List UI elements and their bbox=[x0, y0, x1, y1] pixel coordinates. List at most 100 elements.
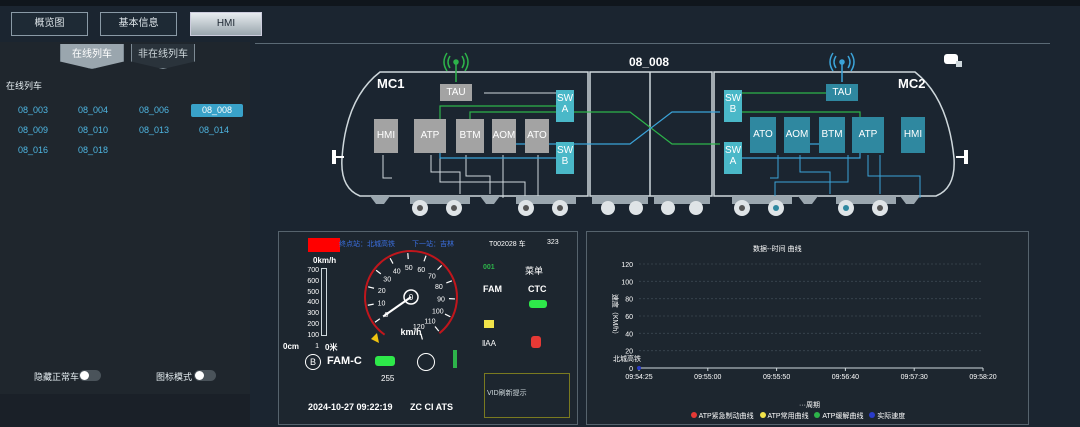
gauge-tick-label: 40 bbox=[393, 269, 401, 276]
speed-chart: 02040608010012009:54:25 09:55:00 09:55:50 0… bbox=[611, 262, 997, 381]
gauge-tick bbox=[374, 318, 381, 323]
fam-c-mode: FAM-C bbox=[327, 355, 362, 367]
door-icon bbox=[484, 320, 494, 328]
train-green-icon bbox=[375, 356, 395, 366]
mc2-switch-b[interactable]: SW B bbox=[724, 90, 742, 122]
direction-icon bbox=[453, 350, 457, 368]
zc-ci-ats: ZC CI ATS bbox=[410, 402, 453, 412]
mc2-hmi-box[interactable]: HMI bbox=[901, 117, 925, 153]
car-mc2-label: MC2 bbox=[898, 76, 925, 91]
gauge-tick-label: 50 bbox=[405, 265, 413, 272]
x-tick-label: 09:57:30 bbox=[901, 374, 928, 381]
aa-indicator: ‖AA bbox=[482, 339, 496, 348]
y-axis-label: 速度（KM/h） bbox=[611, 294, 620, 338]
mc1-switch-b[interactable]: SW B bbox=[556, 142, 574, 174]
divider-line bbox=[255, 43, 1050, 44]
mc1-switch-a[interactable]: SW A bbox=[556, 90, 574, 122]
train-item[interactable]: 08_003 bbox=[10, 104, 56, 117]
mc2-tau-box[interactable]: TAU bbox=[826, 84, 858, 101]
mc2-atp-box[interactable]: ATP bbox=[852, 117, 884, 153]
vid-box: VID刷新提示 bbox=[484, 373, 570, 418]
y-tick-label: 120 bbox=[621, 262, 633, 269]
car-mc1-label: MC1 bbox=[377, 76, 404, 91]
antenna-icon bbox=[443, 52, 469, 82]
x-tick-label: 09:58:20 bbox=[969, 374, 996, 381]
menu-button[interactable]: 菜单 bbox=[525, 264, 543, 277]
subtab-offline[interactable]: 非在线列车 bbox=[131, 44, 195, 69]
gauge-tick bbox=[446, 280, 453, 284]
mc2-aom-box[interactable]: AOM bbox=[784, 117, 810, 153]
x-tick-label: 09:55:00 bbox=[694, 374, 721, 381]
code-indicator: 001 bbox=[483, 264, 495, 271]
train-status-icon bbox=[944, 54, 962, 67]
y-tick-label: 0 bbox=[629, 366, 633, 373]
left-footer bbox=[0, 394, 250, 427]
y-tick-label: 60 bbox=[625, 314, 633, 321]
train-item[interactable]: 08_010 bbox=[70, 124, 116, 137]
gauge-tick-label: 60 bbox=[417, 267, 425, 274]
fam-mode: FAM bbox=[483, 284, 502, 294]
train-item[interactable]: 08_009 bbox=[10, 124, 56, 137]
train-id-title: 08_008 bbox=[629, 55, 669, 69]
bogies bbox=[370, 196, 920, 216]
gauge-tick bbox=[389, 257, 394, 264]
train-item[interactable]: 08_013 bbox=[131, 124, 177, 137]
legend-dot bbox=[869, 412, 876, 418]
legend-dot bbox=[759, 412, 766, 418]
train-item[interactable]: 08_006 bbox=[131, 104, 177, 117]
gauge-tick-label: 110 bbox=[424, 318, 435, 325]
x-tick-label: 09:54:25 bbox=[625, 374, 652, 381]
train-number: 323 bbox=[547, 239, 559, 246]
speed-unit: km/h bbox=[400, 327, 421, 337]
gauge-tick-label: 20 bbox=[378, 288, 386, 295]
y-tick-label: 100 bbox=[621, 279, 633, 286]
toggle-bar: 隐藏正常车 图标模式 bbox=[0, 366, 250, 386]
b-icon: B bbox=[305, 354, 321, 370]
alarm-indicator bbox=[308, 238, 340, 252]
mc2-switch-a[interactable]: SW A bbox=[724, 142, 742, 174]
distance-m: 0米 bbox=[325, 343, 338, 352]
distance-bar bbox=[321, 268, 327, 336]
subtab-online[interactable]: 在线列车 bbox=[60, 44, 124, 69]
mc1-btm-box[interactable]: BTM bbox=[456, 119, 484, 153]
speedometer-gauge: 0102030405060708090100110120 0 km/h bbox=[364, 250, 458, 344]
train-item[interactable]: 08_016 bbox=[10, 144, 56, 157]
gauge-tick bbox=[437, 265, 443, 271]
train-item[interactable]: 08_004 bbox=[70, 104, 116, 117]
legend-title: ···周期 bbox=[799, 402, 820, 409]
gauge-tick-label: 70 bbox=[428, 273, 436, 280]
x-tick-label: 09:56:40 bbox=[832, 374, 859, 381]
y-tick-label: 80 bbox=[625, 297, 633, 304]
antenna-icon bbox=[829, 52, 855, 82]
icon-mode-toggle[interactable] bbox=[194, 370, 216, 381]
train-item-selected[interactable]: 08_008 bbox=[191, 104, 243, 117]
y-tick-label: 40 bbox=[625, 331, 633, 338]
mc1-ato-box[interactable]: ATO bbox=[525, 119, 549, 153]
hide-normal-toggle[interactable] bbox=[79, 370, 101, 381]
train-list-panel: 在线列车 非在线列车 在线列车 08_003 08_004 08_006 08_… bbox=[0, 42, 250, 427]
legend-label: 实际速度 bbox=[877, 413, 906, 420]
tab-overview[interactable]: 概览图 bbox=[11, 12, 88, 36]
speed-left: 0km/h bbox=[313, 256, 337, 265]
chart-legend: ATP紧急制动曲线 ATP常用曲线 ATP缓解曲线 实际速度 bbox=[691, 411, 905, 421]
no-entry-icon bbox=[417, 353, 435, 371]
speed-needle bbox=[382, 296, 412, 318]
mc1-hmi-box[interactable]: HMI bbox=[374, 119, 398, 153]
datetime: 2024-10-27 09:22:19 bbox=[308, 402, 393, 412]
gauge-tick-label: 100 bbox=[432, 308, 444, 315]
legend-label: ATP缓解曲线 bbox=[822, 413, 864, 420]
gauge-tick bbox=[368, 286, 375, 289]
legend-label: ATP紧急制动曲线 bbox=[698, 413, 754, 420]
tab-basic-info[interactable]: 基本信息 bbox=[100, 12, 177, 36]
mc1-atp-box[interactable]: ATP bbox=[414, 119, 446, 153]
tab-hmi[interactable]: HMI bbox=[190, 12, 262, 36]
mc1-tau-box[interactable]: TAU bbox=[440, 84, 472, 101]
legend-dot bbox=[691, 412, 697, 418]
gauge-tick bbox=[423, 255, 427, 262]
train-item[interactable]: 08_014 bbox=[191, 124, 237, 137]
mc1-aom-box[interactable]: AOM bbox=[492, 119, 516, 153]
mc2-btm-box[interactable]: BTM bbox=[819, 117, 845, 153]
train-item[interactable]: 08_018 bbox=[70, 144, 116, 157]
count-value: 255 bbox=[381, 374, 395, 383]
mc2-ato-box[interactable]: ATO bbox=[750, 117, 776, 153]
